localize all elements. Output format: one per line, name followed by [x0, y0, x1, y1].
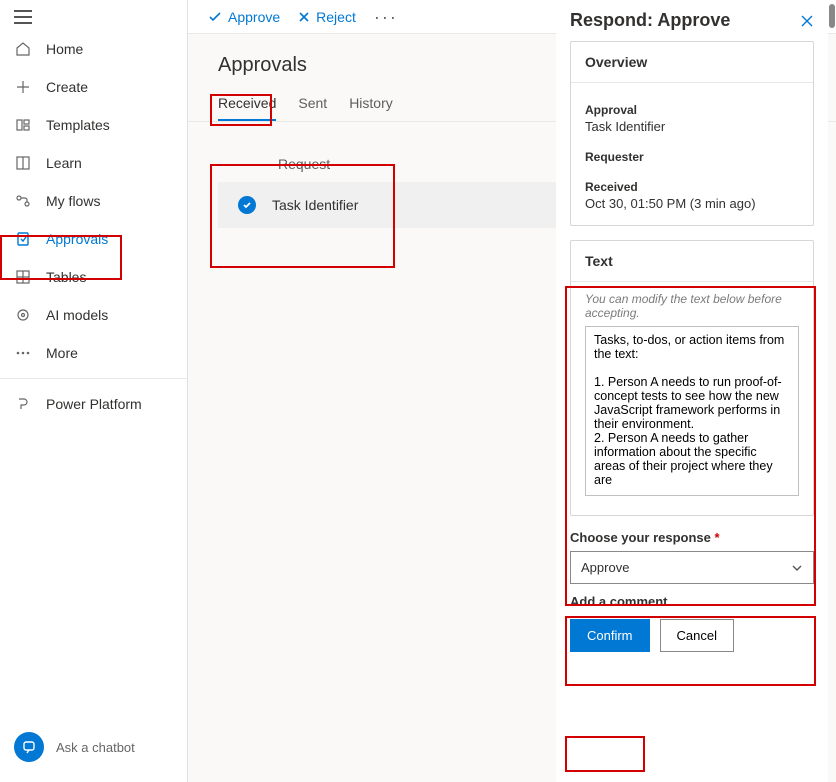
book-icon: [14, 154, 32, 172]
received-value: Oct 30, 01:50 PM (3 min ago): [585, 196, 799, 211]
sidebar-item-powerplatform[interactable]: Power Platform: [0, 385, 187, 423]
sidebar-item-label: Learn: [46, 155, 82, 171]
close-icon[interactable]: [800, 14, 814, 28]
tab-sent[interactable]: Sent: [298, 87, 327, 121]
response-section: Choose your response * Approve: [570, 530, 814, 584]
response-selected: Approve: [581, 560, 629, 575]
comment-label: Add a comment: [570, 594, 814, 609]
overflow-menu[interactable]: ···: [374, 8, 398, 26]
scroll-thumb[interactable]: [829, 4, 835, 28]
received-label: Received: [585, 180, 799, 194]
required-marker: *: [715, 530, 720, 545]
sidebar-item-label: AI models: [46, 307, 108, 323]
ai-icon: [14, 306, 32, 324]
sidebar-item-templates[interactable]: Templates: [0, 106, 187, 144]
more-icon: [14, 344, 32, 362]
sidebar-item-label: Templates: [46, 117, 110, 133]
sidebar-item-aimodels[interactable]: AI models: [0, 296, 187, 334]
cancel-button[interactable]: Cancel: [660, 619, 734, 652]
sidebar-nav: Home Create Templates Learn My flows: [0, 30, 187, 423]
hamburger-menu[interactable]: [14, 10, 32, 24]
check-icon: [208, 10, 222, 24]
request-title: Task Identifier: [272, 197, 358, 213]
grid-icon: [14, 268, 32, 286]
sidebar-item-label: Create: [46, 79, 88, 95]
sidebar-item-create[interactable]: Create: [0, 68, 187, 106]
chevron-down-icon: [791, 564, 803, 572]
sidebar-item-approvals[interactable]: Approvals: [0, 220, 187, 258]
panel-title: Respond: Approve: [570, 10, 730, 31]
sidebar-item-label: Tables: [46, 269, 86, 285]
tab-history[interactable]: History: [349, 87, 393, 121]
scrollbar[interactable]: [828, 0, 836, 782]
approval-label: Approval: [585, 103, 799, 117]
approvals-icon: [14, 230, 32, 248]
text-card: Text You can modify the text below befor…: [570, 240, 814, 516]
flow-icon: [14, 192, 32, 210]
sidebar: Home Create Templates Learn My flows: [0, 0, 188, 782]
approval-value: Task Identifier: [585, 119, 799, 134]
text-input[interactable]: [585, 326, 799, 496]
sidebar-item-label: Home: [46, 41, 83, 57]
response-label: Choose your response: [570, 530, 711, 545]
sidebar-item-learn[interactable]: Learn: [0, 144, 187, 182]
response-select[interactable]: Approve: [570, 551, 814, 584]
x-icon: [298, 11, 310, 23]
templates-icon: [14, 116, 32, 134]
sidebar-item-home[interactable]: Home: [0, 30, 187, 68]
status-check-icon: [238, 196, 256, 214]
home-icon: [14, 40, 32, 58]
text-hint: You can modify the text below before acc…: [571, 282, 813, 326]
approve-action-label: Approve: [228, 9, 280, 25]
reject-action-label: Reject: [316, 9, 356, 25]
power-platform-icon: [14, 395, 32, 413]
approve-action[interactable]: Approve: [208, 9, 280, 25]
chatbot-label: Ask a chatbot: [56, 740, 135, 755]
overview-heading: Overview: [571, 42, 813, 83]
overview-card: Overview Approval Task Identifier Reques…: [570, 41, 814, 226]
text-heading: Text: [571, 241, 813, 282]
reject-action[interactable]: Reject: [298, 9, 356, 25]
sidebar-item-label: More: [46, 345, 78, 361]
action-buttons: Confirm Cancel: [570, 619, 814, 652]
sidebar-item-tables[interactable]: Tables: [0, 258, 187, 296]
chatbot-icon: [14, 732, 44, 762]
sidebar-item-label: Power Platform: [46, 396, 142, 412]
tab-received[interactable]: Received: [218, 87, 276, 121]
sidebar-item-label: Approvals: [46, 231, 108, 247]
chatbot-launcher[interactable]: Ask a chatbot: [0, 722, 188, 772]
respond-panel: Respond: Approve Overview Approval Task …: [556, 0, 828, 782]
sidebar-item-myflows[interactable]: My flows: [0, 182, 187, 220]
confirm-button[interactable]: Confirm: [570, 619, 650, 652]
requester-label: Requester: [585, 150, 799, 164]
plus-icon: [14, 78, 32, 96]
sidebar-item-more[interactable]: More: [0, 334, 187, 372]
sidebar-item-label: My flows: [46, 193, 100, 209]
